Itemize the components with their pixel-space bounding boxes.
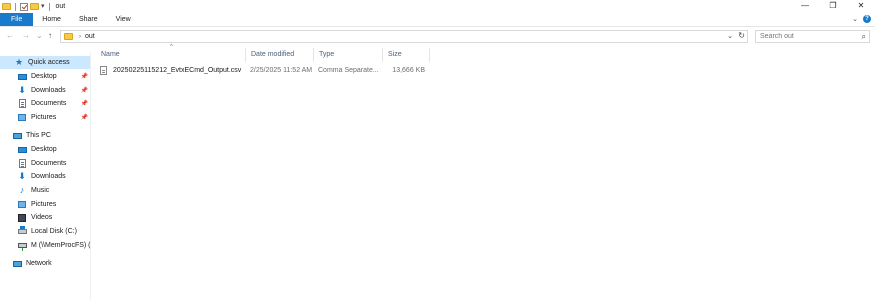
desktop-icon	[17, 146, 27, 153]
column-header-name[interactable]: Name	[96, 48, 245, 62]
nav-label: Downloads	[31, 87, 66, 94]
nav-label: M (\\MemProcFS) (	[31, 242, 91, 249]
file-type: Comma Separate...	[318, 67, 379, 74]
nav-label: Videos	[31, 214, 53, 221]
folder-icon	[64, 33, 73, 40]
nav-label: Desktop	[31, 146, 57, 153]
folder-icon	[2, 3, 11, 10]
file-list: ^ Name Date modified Type Size 202502251…	[92, 44, 875, 300]
nav-label: Quick access	[28, 59, 70, 66]
minimize-button[interactable]: —	[791, 0, 819, 13]
nav-label: This PC	[26, 132, 51, 139]
tab-file[interactable]: File	[0, 13, 34, 26]
address-row: ← → ⌄ ↑ › out ⌄ ↻ ⌕	[0, 28, 875, 44]
downloads-icon: ⬇	[18, 85, 26, 95]
column-header-size[interactable]: Size	[382, 48, 430, 62]
tab-share[interactable]: Share	[70, 13, 107, 26]
nav-this-pc[interactable]: This PC	[0, 129, 90, 142]
ribbon-tabs: File Home Share View ⌄ ?	[0, 13, 875, 27]
nav-pc-videos[interactable]: Videos	[0, 211, 90, 224]
nav-label: Downloads	[31, 173, 66, 180]
music-icon: ♪	[19, 185, 25, 195]
maximize-button[interactable]: ❐	[819, 0, 847, 13]
network-icon	[12, 260, 22, 267]
videos-icon	[18, 213, 26, 222]
divider	[48, 2, 50, 11]
nav-label: Pictures	[31, 201, 57, 208]
nav-pc-pictures[interactable]: Pictures	[0, 198, 90, 211]
search-icon[interactable]: ⌕	[862, 32, 866, 42]
nav-quick-access[interactable]: ★ Quick access	[0, 56, 90, 69]
expand-ribbon-icon[interactable]: ⌄	[852, 15, 858, 23]
new-folder-icon[interactable]	[30, 3, 39, 10]
nav-qa-desktop[interactable]: Desktop 📌	[0, 70, 90, 83]
back-arrow-icon[interactable]: ←	[6, 31, 14, 40]
forward-arrow-icon[interactable]: →	[22, 31, 30, 40]
documents-icon	[18, 99, 26, 108]
file-date-modified: 2/25/2025 11:52 AM	[250, 67, 313, 74]
file-size: 13,666 KB	[392, 67, 425, 74]
search-box[interactable]: ⌕	[755, 30, 870, 43]
star-icon: ★	[14, 57, 24, 67]
recent-locations-dropdown[interactable]: ⌄	[36, 31, 43, 40]
search-input[interactable]	[756, 33, 851, 40]
tab-home[interactable]: Home	[33, 13, 70, 26]
nav-pc-network-drive[interactable]: M (\\MemProcFS) (	[0, 239, 91, 252]
network-drive-icon	[17, 243, 27, 251]
column-headers: Name Date modified Type Size	[92, 48, 432, 62]
nav-pc-desktop[interactable]: Desktop	[0, 143, 90, 156]
nav-network[interactable]: Network	[0, 257, 90, 270]
nav-label: Local Disk (C:)	[31, 228, 77, 235]
ribbon-right-controls: ⌄ ?	[852, 15, 871, 23]
pin-icon[interactable]: 📌	[81, 73, 88, 80]
properties-icon[interactable]	[20, 2, 28, 11]
file-row[interactable]: 20250225115212_EvtxECmd_Output.csv 2/25/…	[92, 64, 432, 77]
nav-label: Desktop	[31, 73, 57, 80]
documents-icon	[18, 159, 26, 168]
up-arrow-icon[interactable]: ↑	[48, 31, 52, 40]
divider	[15, 2, 16, 11]
csv-file-icon	[100, 66, 107, 75]
nav-label: Documents	[31, 100, 67, 107]
nav-pc-documents[interactable]: Documents	[0, 157, 90, 170]
breadcrumb-separator-icon[interactable]: ›	[79, 34, 81, 40]
refresh-icon[interactable]: ↻	[738, 31, 745, 40]
pin-icon[interactable]: 📌	[81, 114, 88, 121]
window-controls: — ❐ ✕	[791, 0, 875, 13]
column-header-date-modified[interactable]: Date modified	[245, 48, 313, 62]
address-dropdown-icon[interactable]: ⌄	[727, 32, 733, 40]
nav-label: Documents	[31, 160, 67, 167]
tab-view[interactable]: View	[107, 13, 140, 26]
pin-icon[interactable]: 📌	[81, 100, 88, 107]
file-name[interactable]: 20250225115212_EvtxECmd_Output.csv	[113, 64, 243, 77]
address-bar[interactable]: › out ⌄ ↻	[60, 30, 748, 43]
help-icon[interactable]: ?	[863, 15, 871, 23]
nav-pc-downloads[interactable]: ⬇ Downloads	[0, 170, 90, 183]
nav-qa-downloads[interactable]: ⬇ Downloads 📌	[0, 84, 90, 97]
window-title: out	[55, 3, 66, 10]
nav-qa-documents[interactable]: Documents 📌	[0, 97, 90, 110]
local-disk-icon	[17, 226, 27, 234]
nav-pc-music[interactable]: ♪ Music	[0, 184, 90, 197]
nav-label: Music	[31, 187, 50, 194]
column-header-type[interactable]: Type	[313, 48, 382, 62]
close-button[interactable]: ✕	[847, 0, 875, 13]
pin-icon[interactable]: 📌	[81, 87, 88, 94]
pictures-icon	[18, 114, 26, 121]
breadcrumb-out[interactable]: out	[85, 33, 95, 40]
nav-label: Network	[26, 260, 52, 267]
title-bar: ▾ out — ❐ ✕	[0, 0, 875, 13]
pictures-icon	[18, 201, 26, 208]
customize-toolbar-dropdown[interactable]: ▾	[41, 3, 45, 11]
nav-pc-local-disk[interactable]: Local Disk (C:)	[0, 225, 90, 238]
nav-qa-pictures[interactable]: Pictures 📌	[0, 111, 90, 124]
nav-label: Pictures	[31, 114, 57, 121]
computer-icon	[12, 132, 22, 139]
quick-access-toolbar: ▾	[0, 0, 52, 13]
downloads-icon: ⬇	[18, 171, 26, 181]
navigation-pane: ★ Quick access Desktop 📌 ⬇ Downloads 📌 D…	[0, 52, 91, 300]
desktop-icon	[17, 73, 27, 80]
